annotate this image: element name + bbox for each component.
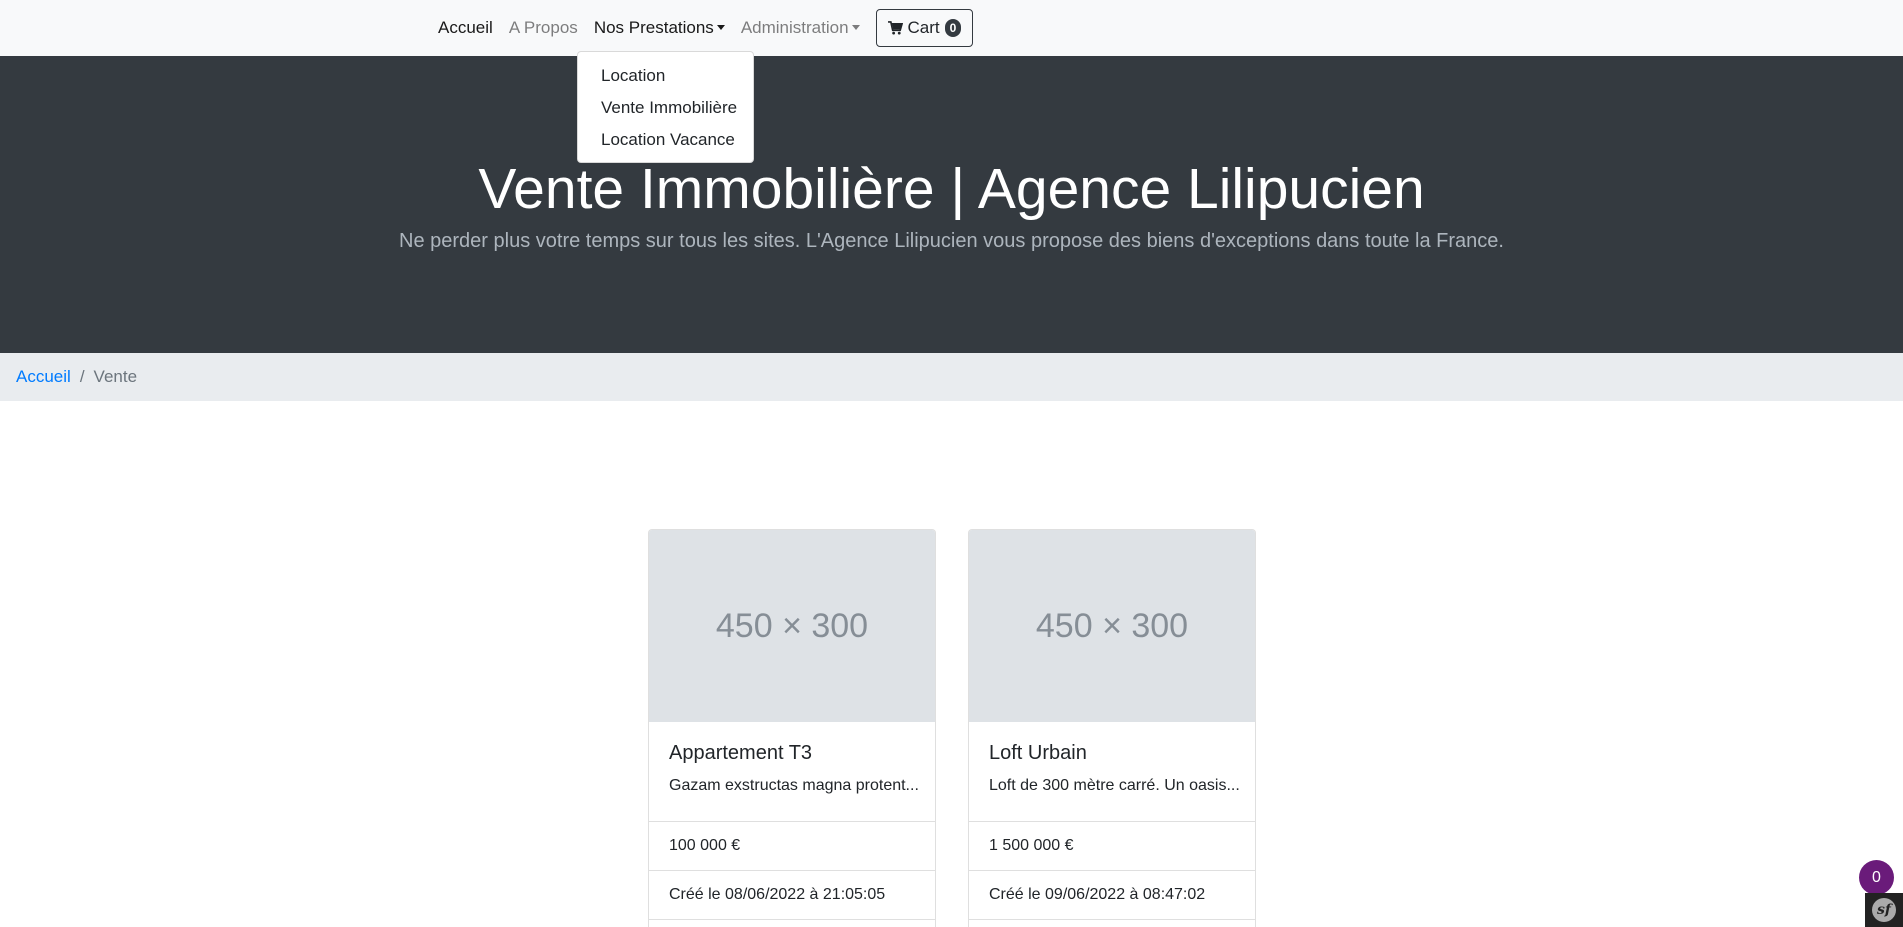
property-description: Loft de 300 mètre carré. Un oasis... [989, 777, 1240, 794]
services-dropdown-menu: Location Vente Immobilière Location Vaca… [577, 51, 754, 163]
property-price: 100 000 € [649, 822, 935, 871]
navbar: Accueil A Propos Nos Prestations Adminis… [0, 0, 1903, 56]
property-card[interactable]: 450 × 300 Appartement T3 Gazam exstructa… [648, 529, 936, 927]
breadcrumb-separator: / [79, 367, 85, 386]
card-body: Appartement T3 Gazam exstructas magna pr… [649, 722, 935, 822]
property-title: Loft Urbain [989, 742, 1087, 764]
property-created-date: Créé le 08/06/2022 à 21:05:05 [649, 871, 935, 920]
cart-label: Cart [907, 18, 940, 37]
property-created-date: Créé le 09/06/2022 à 08:47:02 [969, 871, 1255, 920]
breadcrumb: Accueil / Vente [0, 353, 1903, 401]
cart-count-badge: 0 [944, 19, 962, 37]
dropdown-item-location-vacance[interactable]: Location Vacance [578, 124, 753, 156]
nav-admin-dropdown-toggle[interactable]: Administration [733, 18, 868, 38]
property-image-placeholder: 450 × 300 [649, 530, 935, 722]
property-description: Gazam exstructas magna protent... [669, 777, 919, 794]
hero-lead-text: Ne perder plus votre temps sur tous les … [399, 230, 1504, 252]
nav-services-dropdown-toggle[interactable]: Nos Prestations [586, 18, 733, 38]
property-card[interactable]: 450 × 300 Loft Urbain Loft de 300 mètre … [968, 529, 1256, 927]
dropdown-item-vente-immobiliere[interactable]: Vente Immobilière [578, 92, 753, 124]
cart-button[interactable]: Cart 0 [875, 9, 974, 47]
property-title: Appartement T3 [669, 742, 813, 764]
nav-admin-label: Administration [740, 18, 849, 37]
card-body: Loft Urbain Loft de 300 mètre carré. Un … [969, 722, 1255, 822]
property-price: 1 500 000 € [969, 822, 1255, 871]
chevron-down-icon [716, 25, 725, 30]
debug-toolbar-count-badge[interactable]: 0 [1859, 860, 1894, 895]
main-nav: Accueil A Propos Nos Prestations Adminis… [430, 0, 974, 56]
property-image-placeholder: 450 × 300 [969, 530, 1255, 722]
dropdown-item-location[interactable]: Location [578, 60, 753, 92]
nav-services-label: Nos Prestations [593, 18, 714, 37]
debug-toolbar-toggle[interactable]: sf [1865, 893, 1903, 927]
breadcrumb-home-link[interactable]: Accueil [16, 367, 71, 387]
chevron-down-icon [851, 25, 860, 30]
page-title: Vente Immobilière | Agence Lilipucien [478, 157, 1425, 221]
nav-home-link[interactable]: Accueil [430, 18, 501, 38]
shopping-cart-icon [887, 21, 903, 35]
nav-about-link[interactable]: A Propos [501, 18, 586, 38]
breadcrumb-current: Vente [93, 367, 138, 386]
hero-jumbotron: Vente Immobilière | Agence Lilipucien Ne… [0, 56, 1903, 353]
symfony-logo-icon: sf [1872, 898, 1896, 922]
